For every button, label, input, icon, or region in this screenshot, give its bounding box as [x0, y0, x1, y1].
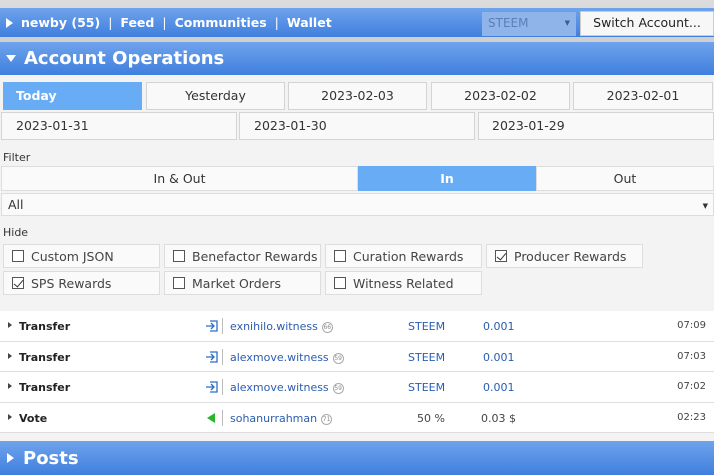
checkbox[interactable]: [173, 250, 185, 262]
date-2023-01-31[interactable]: 2023-01-31: [1, 112, 237, 140]
vote-triangle-icon: [207, 412, 215, 423]
checkbox[interactable]: [12, 250, 24, 262]
date-yesterday[interactable]: Yesterday: [146, 82, 285, 110]
expand-triangle-icon[interactable]: [8, 322, 12, 328]
incoming-arrow-icon: [206, 350, 218, 363]
hide-custom-json[interactable]: Custom JSON: [3, 244, 160, 268]
account-operations-header[interactable]: Account Operations: [0, 42, 714, 75]
date-2023-01-30[interactable]: 2023-01-30: [239, 112, 475, 140]
date-2023-01-29[interactable]: 2023-01-29: [478, 112, 714, 140]
asset: STEEM: [408, 381, 446, 394]
timestamp: 07:09: [677, 320, 706, 331]
expand-triangle-icon[interactable]: [8, 413, 12, 420]
account-link[interactable]: alexmove.witness 59: [230, 351, 344, 364]
hide-label: Hide: [3, 226, 29, 239]
account-link[interactable]: exnihilo.witness 66: [230, 320, 333, 333]
nav-user[interactable]: newby (55): [21, 15, 100, 30]
switch-account-button[interactable]: Switch Account...: [580, 11, 714, 36]
chevron-down-icon: ▼: [702, 202, 708, 210]
nav-links: newby (55) | Feed | Communities | Wallet: [6, 8, 332, 37]
section-title: Account Operations: [24, 48, 225, 69]
filter-label: Filter: [3, 151, 31, 164]
hide-producer-rewards[interactable]: Producer Rewards: [486, 244, 643, 268]
timestamp: 07:02: [677, 381, 706, 392]
vote-weight: 50 %: [417, 411, 445, 425]
nav-wallet[interactable]: Wallet: [287, 15, 332, 30]
hide-benefactor-rewards[interactable]: Benefactor Rewards: [164, 244, 321, 268]
filter-in[interactable]: In: [358, 166, 536, 191]
operation-row[interactable]: Transfer alexmove.witness 59 STEEM 0.001 …: [0, 372, 714, 403]
date-2023-02-03[interactable]: 2023-02-03: [288, 82, 427, 110]
timestamp: 02:23: [677, 411, 706, 423]
operations-list: Transfer exnihilo.witness 66 STEEM 0.001 …: [0, 311, 714, 433]
hide-curation-rewards[interactable]: Curation Rewards: [325, 244, 482, 268]
checkbox[interactable]: [173, 277, 185, 289]
amount: 0.001: [483, 350, 515, 364]
chain-select[interactable]: STEEM ▼: [482, 12, 576, 36]
filter-out[interactable]: Out: [536, 166, 714, 191]
asset: STEEM: [408, 320, 446, 333]
reputation-badge: 59: [332, 383, 344, 394]
expand-triangle-icon: [7, 453, 14, 463]
checkbox[interactable]: [334, 250, 346, 262]
operation-row[interactable]: Vote sohanurrahman 71 50 % 0.03 $ 02:23: [0, 402, 714, 433]
hide-market-orders[interactable]: Market Orders: [164, 271, 321, 295]
operation-type-select[interactable]: All ▼: [1, 193, 714, 216]
date-2023-02-01[interactable]: 2023-02-01: [573, 82, 713, 110]
reputation-badge: 66: [321, 322, 333, 333]
asset: STEEM: [408, 350, 446, 364]
nav-feed[interactable]: Feed: [120, 15, 154, 30]
date-today[interactable]: Today: [3, 82, 142, 110]
checkbox-checked[interactable]: [12, 277, 24, 289]
account-link[interactable]: sohanurrahman 71: [230, 412, 333, 425]
timestamp: 07:03: [677, 350, 706, 362]
chain-select-value: STEEM: [488, 16, 529, 30]
chevron-down-icon: ▼: [564, 19, 570, 27]
account-link[interactable]: alexmove.witness 59: [230, 381, 344, 394]
operation-type-value: All: [8, 197, 24, 212]
reputation-badge: 71: [321, 413, 333, 425]
incoming-arrow-icon: [206, 381, 218, 393]
reputation-badge: 59: [332, 352, 344, 364]
date-2023-02-02[interactable]: 2023-02-02: [431, 82, 570, 110]
checkbox-checked[interactable]: [495, 250, 507, 262]
posts-header[interactable]: Posts: [0, 441, 714, 475]
operation-row[interactable]: Transfer alexmove.witness 59 STEEM 0.001 …: [0, 341, 714, 372]
hide-sps-rewards[interactable]: SPS Rewards: [3, 271, 160, 295]
hide-witness-related[interactable]: Witness Related: [325, 271, 482, 295]
incoming-arrow-icon: [206, 320, 218, 332]
filter-in-and-out[interactable]: In & Out: [1, 166, 358, 191]
section-title: Posts: [23, 447, 79, 469]
vote-value: 0.03 $: [481, 411, 516, 425]
collapse-triangle-icon: [6, 55, 16, 62]
amount: 0.001: [483, 381, 515, 394]
expand-triangle-icon[interactable]: [8, 352, 12, 359]
nav-communities[interactable]: Communities: [175, 15, 267, 30]
checkbox[interactable]: [334, 277, 346, 289]
expand-triangle-icon[interactable]: [6, 17, 13, 28]
operation-row[interactable]: Transfer exnihilo.witness 66 STEEM 0.001 …: [0, 311, 714, 342]
amount: 0.001: [483, 320, 515, 333]
expand-triangle-icon[interactable]: [8, 383, 12, 389]
